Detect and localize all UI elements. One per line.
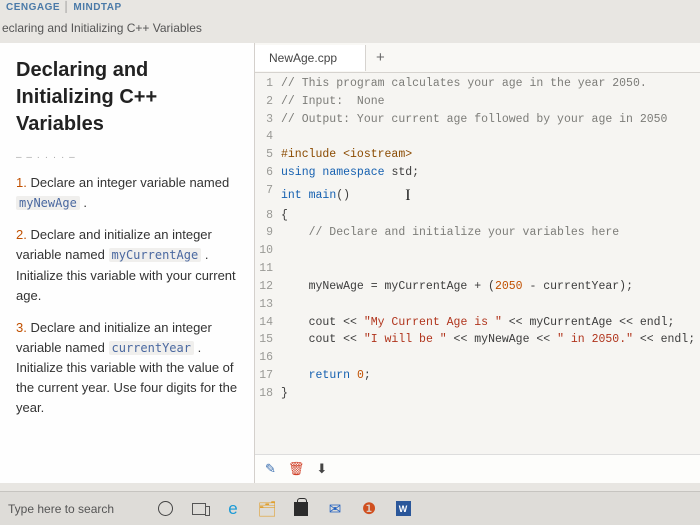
security-icon[interactable]: ❶: [354, 496, 384, 522]
code-content[interactable]: // Input: None: [281, 93, 385, 111]
delete-icon[interactable]: 🗑: [288, 461, 305, 477]
code-content[interactable]: myNewAge = myCurrentAge + (2050 - curren…: [281, 278, 633, 296]
line-number: 3: [255, 111, 281, 129]
line-number: 14: [255, 314, 281, 332]
code-content[interactable]: // This program calculates your age in t…: [281, 75, 647, 93]
word-icon[interactable]: W: [388, 496, 418, 522]
line-number: 12: [255, 278, 281, 296]
editor-toolbar: ✎ 🗑 ⬇: [255, 454, 700, 483]
cortana-icon[interactable]: [150, 496, 180, 522]
line-number: 16: [255, 349, 281, 367]
edit-icon[interactable]: ✎: [265, 461, 276, 477]
editor-pane: NewAge.cpp + 1// This program calculates…: [255, 43, 700, 483]
code-content[interactable]: }: [281, 385, 288, 403]
instruction-step: 3. Declare and initialize an integer var…: [16, 318, 242, 419]
code-content[interactable]: using namespace std;: [281, 164, 419, 182]
code-token: currentYear: [109, 341, 194, 355]
code-line[interactable]: 8{: [255, 207, 700, 225]
code-token: myNewAge: [16, 196, 80, 210]
code-line[interactable]: 4: [255, 128, 700, 146]
file-explorer-icon[interactable]: 🗂: [252, 496, 282, 522]
line-number: 2: [255, 93, 281, 111]
code-content[interactable]: #include <iostream>: [281, 146, 412, 164]
line-number: 10: [255, 242, 281, 260]
line-number: 8: [255, 207, 281, 225]
code-line[interactable]: 16: [255, 349, 700, 367]
tab-add[interactable]: +: [366, 45, 395, 70]
code-line[interactable]: 6using namespace std;: [255, 164, 700, 182]
line-number: 7: [255, 182, 281, 207]
code-content[interactable]: // Output: Your current age followed by …: [281, 111, 667, 129]
code-line[interactable]: 11: [255, 260, 700, 278]
code-line[interactable]: 17 return 0;: [255, 367, 700, 385]
code-line[interactable]: 10: [255, 242, 700, 260]
line-number: 5: [255, 146, 281, 164]
code-line[interactable]: 1// This program calculates your age in …: [255, 75, 700, 93]
instruction-step: 1. Declare an integer variable named myN…: [16, 173, 242, 213]
code-line[interactable]: 12 myNewAge = myCurrentAge + (2050 - cur…: [255, 278, 700, 296]
code-line[interactable]: 18}: [255, 385, 700, 403]
code-line[interactable]: 9 // Declare and initialize your variabl…: [255, 224, 700, 242]
mail-icon[interactable]: ✉: [320, 496, 350, 522]
instructions-pane: Declaring and Initializing C++ Variables…: [0, 43, 255, 483]
line-number: 11: [255, 260, 281, 278]
tab-file[interactable]: NewAge.cpp: [255, 45, 366, 71]
main-area: Declaring and Initializing C++ Variables…: [0, 43, 700, 483]
code-content[interactable]: // Declare and initialize your variables…: [281, 224, 619, 242]
code-line[interactable]: 5#include <iostream>: [255, 146, 700, 164]
brand-right: MINDTAP: [73, 2, 121, 13]
edge-icon[interactable]: e: [218, 496, 248, 522]
taskbar-search[interactable]: Type here to search: [6, 502, 146, 516]
line-number: 15: [255, 331, 281, 349]
brand-bar: CENGAGE │ MINDTAP: [0, 0, 700, 15]
taskview-icon[interactable]: [184, 496, 214, 522]
download-icon[interactable]: ⬇: [316, 461, 327, 477]
divider: – – · · · · –: [16, 152, 242, 163]
code-line[interactable]: 3// Output: Your current age followed by…: [255, 111, 700, 129]
code-content[interactable]: return 0;: [281, 367, 371, 385]
code-content[interactable]: cout << "My Current Age is " << myCurren…: [281, 314, 674, 332]
code-line[interactable]: 7int main() I: [255, 182, 700, 207]
code-line[interactable]: 2// Input: None: [255, 93, 700, 111]
code-line[interactable]: 13: [255, 296, 700, 314]
line-number: 13: [255, 296, 281, 314]
brand-left: CENGAGE: [6, 2, 60, 13]
code-content[interactable]: int main() I: [281, 182, 411, 207]
lesson-title: Declaring and Initializing C++ Variables: [16, 57, 242, 138]
line-number: 4: [255, 128, 281, 146]
line-number: 6: [255, 164, 281, 182]
code-line[interactable]: 15 cout << "I will be " << myNewAge << "…: [255, 331, 700, 349]
line-number: 1: [255, 75, 281, 93]
text-cursor: I: [405, 184, 410, 209]
code-editor[interactable]: 1// This program calculates your age in …: [255, 73, 700, 454]
line-number: 18: [255, 385, 281, 403]
page-subheader: eclaring and Initializing C++ Variables: [0, 15, 700, 43]
windows-taskbar: Type here to search e 🗂 ✉ ❶ W: [0, 491, 700, 525]
instruction-step: 2. Declare and initialize an integer var…: [16, 225, 242, 306]
code-content[interactable]: {: [281, 207, 288, 225]
code-token: myCurrentAge: [109, 248, 202, 262]
code-content[interactable]: cout << "I will be " << myNewAge << " in…: [281, 331, 695, 349]
editor-tabs: NewAge.cpp +: [255, 43, 700, 73]
line-number: 9: [255, 224, 281, 242]
code-line[interactable]: 14 cout << "My Current Age is " << myCur…: [255, 314, 700, 332]
line-number: 17: [255, 367, 281, 385]
store-icon[interactable]: [286, 496, 316, 522]
